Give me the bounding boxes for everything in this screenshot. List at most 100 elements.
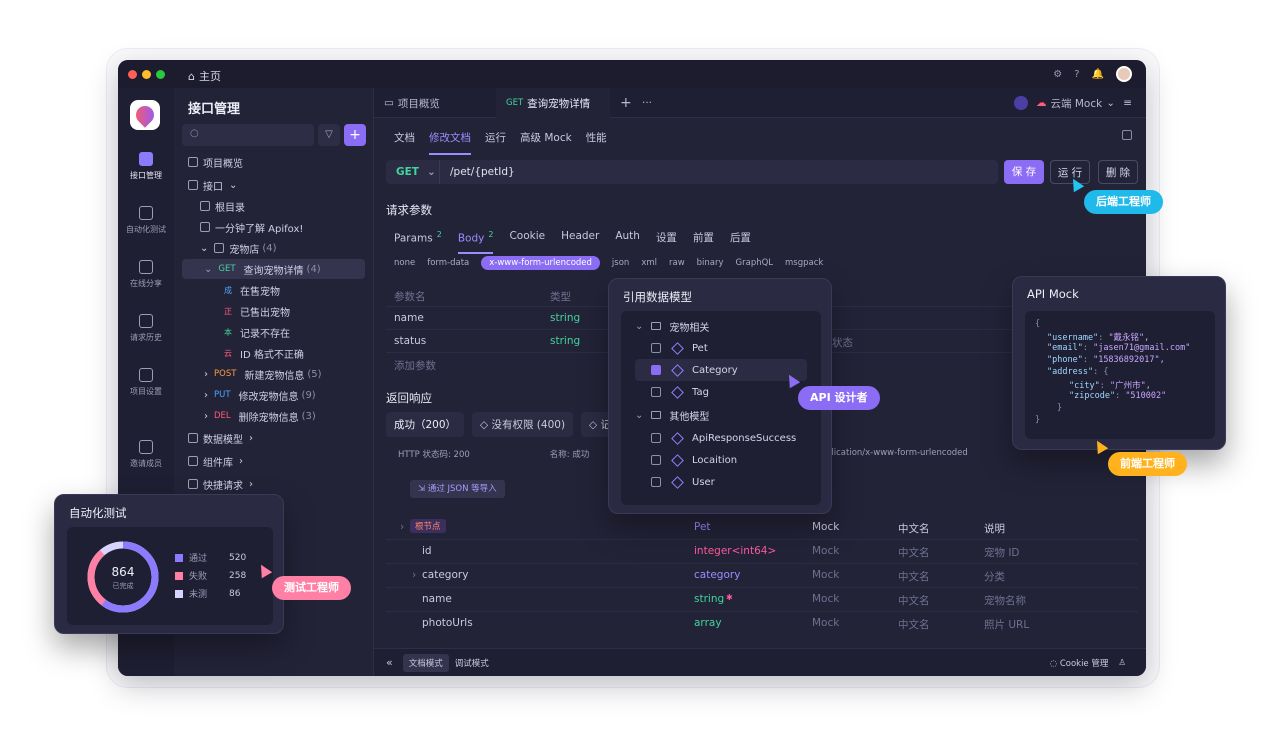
url-bar: GET ⌄ /pet/{petId} [386,160,998,184]
tree-get-pet[interactable]: ⌄ GET 查询宠物详情 (4) [182,259,365,279]
folder-icon [200,201,210,211]
debug-mode-tab[interactable]: 调试模式 [449,654,495,672]
subtab-perf[interactable]: 性能 [586,130,607,155]
schema-row[interactable]: id integer<int64> Mock 中文名 宠物 ID [386,540,1138,564]
menu-icon[interactable]: ≡ [1113,88,1142,118]
schema-row-root[interactable]: › 根节点 Pet Mock 中文名 说明 [386,516,1138,540]
home-tab[interactable]: ⌂ 主页 [188,68,221,84]
tree-root[interactable]: 根目录 [182,196,365,216]
method-select[interactable]: GET ⌄ [386,160,440,184]
tab-get-pet[interactable]: GET 查询宠物详情 [496,88,610,118]
tree-del-pet[interactable]: › DEL 删除宠物信息 (3) [182,406,365,426]
shirt-icon[interactable]: ♙ [1118,658,1126,668]
subtab-mock[interactable]: 高级 Mock [520,130,572,155]
model-group[interactable]: ⌄ 宠物相关 [635,315,807,337]
tree-case-invalid-id[interactable]: 云 ID 格式不正确 [182,343,365,363]
model-item[interactable]: ApiResponseSuccess [651,427,807,449]
avatar[interactable] [1116,66,1132,82]
rail-item-autotest[interactable]: 自动化测试 [118,206,174,235]
cube-icon [671,385,684,399]
tree-api[interactable]: 接口 ⌄ [182,175,365,195]
tree-quick-request[interactable]: 快捷请求 › [182,474,365,494]
minimize-dot[interactable] [142,70,151,79]
rail-item-history[interactable]: 请求历史 [118,314,174,343]
bell-icon[interactable]: 🔔 [1092,69,1104,80]
collapse-button[interactable]: « [386,656,393,669]
checkbox[interactable] [651,365,661,375]
tab-overview[interactable]: ▭ 项目概览 [374,88,450,118]
tab-params[interactable]: Params 2 [394,230,442,254]
tree-case-onsale[interactable]: 成在售宠物 [182,280,365,300]
checkbox[interactable] [651,477,661,487]
resp-tab-forbidden[interactable]: ◇ 没有权限 (400) [472,412,574,437]
rail-item-api[interactable]: 接口管理 [118,152,174,181]
more-tabs-button[interactable]: ··· [632,88,662,118]
params-title: 请求参数 [386,203,432,217]
panel-toggle-icon[interactable] [1122,130,1132,140]
body-type-binary[interactable]: binary [697,258,724,268]
tab-body[interactable]: Body 2 [457,230,494,254]
title-bar: ⌂ 主页 ⚙ ? 🔔 [118,60,1146,88]
tree-components[interactable]: 组件库 › [182,451,365,471]
tree-overview[interactable]: 项目概览 [182,152,365,172]
url-input[interactable]: /pet/{petId} [440,166,515,178]
tree-post-pet[interactable]: › POST 新建宠物信息 (5) [182,364,365,384]
filter-button[interactable]: ▽ [318,124,340,146]
tree-case-sold[interactable]: 正已售出宠物 [182,301,365,321]
body-type-msgpack[interactable]: msgpack [785,258,823,268]
tree-intro[interactable]: 一分钟了解 Apifox! [182,217,365,237]
schema-row[interactable]: › category category Mock 中文名 分类 [386,564,1138,588]
schema-row[interactable]: name string ✱ Mock 中文名 宠物名称 [386,588,1138,612]
tree-models[interactable]: 数据模型 › [182,428,365,448]
chevron-down-icon: ⌄ [200,242,209,254]
model-item[interactable]: Category [635,359,807,381]
model-item[interactable]: Pet [651,337,807,359]
resp-tab-success[interactable]: 成功（200） [386,412,465,437]
tab-pre[interactable]: 前置 [693,230,714,254]
checkbox[interactable] [651,455,661,465]
body-type-none[interactable]: none [394,258,415,268]
home-icon: ⌂ [188,69,195,83]
checkbox[interactable] [651,433,661,443]
checkbox[interactable] [651,343,661,353]
rail-item-share[interactable]: 在线分享 [118,260,174,289]
tab-post[interactable]: 后置 [730,230,751,254]
subtab-edit[interactable]: 修改文档 [429,130,471,155]
tab-auth[interactable]: Auth [615,230,640,254]
help-icon[interactable]: ? [1074,69,1079,80]
search-input[interactable]: ○ [182,124,314,146]
tree-put-pet[interactable]: › PUT 修改宠物信息 (9) [182,385,365,405]
model-group[interactable]: ⌄ 其他模型 [635,404,807,426]
tab-cookie[interactable]: Cookie [509,230,545,254]
body-type-form-data[interactable]: form-data [427,258,469,268]
body-type-graphql[interactable]: GraphQL [736,258,774,268]
body-type-json[interactable]: json [612,258,629,268]
model-item[interactable]: Tag [651,381,807,403]
doc-mode-tab[interactable]: 文档模式 [402,653,449,672]
settings-icon[interactable]: ⚙ [1053,69,1062,80]
tab-header[interactable]: Header [561,230,599,254]
body-type-xml[interactable]: xml [641,258,657,268]
model-item[interactable]: Locaition [651,449,807,471]
checkbox[interactable] [651,387,661,397]
save-button[interactable]: 保 存 [1004,160,1044,184]
import-json-button[interactable]: ⇲ 通过 JSON 等导入 [410,480,505,498]
schema-row[interactable]: photoUrls array Mock 中文名 照片 URL [386,612,1138,636]
doc-subtabs: 文档 修改文档 运行 高级 Mock 性能 [394,130,607,155]
tab-settings[interactable]: 设置 [656,230,677,254]
rail-item-invite[interactable]: 邀请成员 [118,440,174,469]
subtab-run[interactable]: 运行 [485,130,506,155]
rail-item-settings[interactable]: 项目设置 [118,368,174,397]
zoom-dot[interactable] [156,70,165,79]
body-type-urlencoded[interactable]: x-www-form-urlencoded [481,256,600,270]
delete-button[interactable]: 删 除 [1098,160,1138,184]
env-selector[interactable]: ☁ 云端 Mock ⌄ [1004,88,1125,118]
subtab-doc[interactable]: 文档 [394,130,415,155]
add-button[interactable]: + [344,124,366,146]
body-type-raw[interactable]: raw [669,258,685,268]
model-item[interactable]: User [651,471,807,493]
tree-case-notfound[interactable]: 本记录不存在 [182,322,365,342]
close-dot[interactable] [128,70,137,79]
cookie-manager[interactable]: ◌ Cookie 管理 [1050,657,1109,669]
tree-petstore[interactable]: ⌄ 宠物店 (4) [182,238,365,258]
